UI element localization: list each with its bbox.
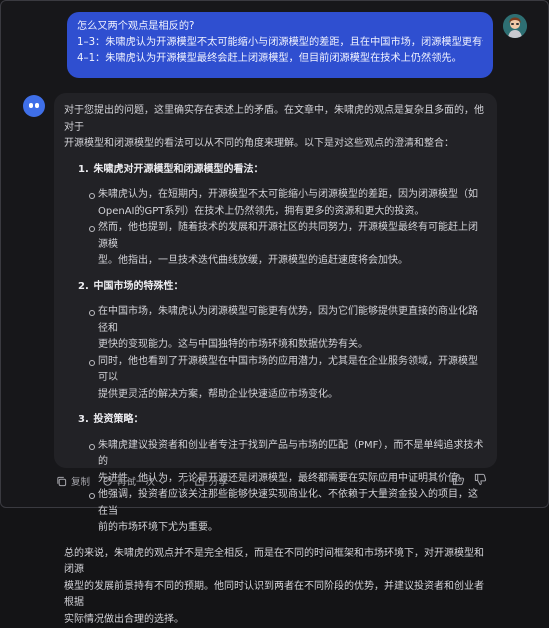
retry-label: 再试一次 — [117, 474, 155, 488]
user-message-line: 1–3：朱啸虎认为开源模型不太可能缩小与闭源模型的差距，且在中国市场，闭源模型更… — [77, 35, 483, 51]
bullet-item: 他强调，投资者应该关注那些能够快速实现商业化、不依赖于大量资金投入的项目，这在当… — [64, 487, 487, 537]
bullet-item: 同时，他也看到了开源模型在中国市场的应用潜力，尤其是在企业服务领域，开源模型可以… — [64, 354, 487, 404]
user-message-line: 怎么又两个观点是相反的? — [77, 19, 483, 35]
bullet-item: 然而，他也提到，随着技术的发展和开源社区的共同努力，开源模型最终有可能赶上闭源模… — [64, 220, 487, 270]
thumbs-down-icon — [474, 473, 487, 486]
bullet-item: 在中国市场，朱啸虎认为闭源模型可能更有优势，因为它们能够提供更直接的商业化路径和… — [64, 304, 487, 354]
thumbs-up-icon — [452, 473, 465, 486]
message-actions: 复制 再试一次 分享 — [56, 473, 240, 489]
intro-line: 对于您提出的问题，这里确实存在表述上的矛盾。在文章中，朱啸虎的观点是复杂且多面的… — [64, 103, 487, 136]
divider — [183, 476, 184, 486]
thumbs-down-button[interactable] — [474, 473, 487, 486]
retry-icon — [102, 476, 113, 487]
chevron-down-icon[interactable] — [158, 477, 167, 486]
avatar-eye-icon — [35, 103, 39, 108]
copy-icon — [56, 476, 67, 487]
user-message-line: 4–1：朱啸虎认为开源模型最终会赶上闭源模型，但目前闭源模型在技术上仍然领先。 — [77, 51, 483, 67]
copy-button[interactable]: 复制 — [56, 474, 90, 488]
section-heading: 1. 朱啸虎对开源模型和闭源模型的看法： — [64, 162, 487, 179]
intro-line: 开源模型和闭源模型的看法可以从不同的角度来理解。以下是对这些观点的澄清和整合： — [64, 136, 487, 153]
share-icon — [194, 476, 205, 487]
share-button[interactable]: 分享 — [194, 474, 228, 488]
user-message-bubble: 怎么又两个观点是相反的? 1–3：朱啸虎认为开源模型不太可能缩小与闭源模型的差距… — [67, 12, 493, 78]
copy-label: 复制 — [71, 474, 90, 488]
conclusion-line: 总的来说，朱啸虎的观点并不是完全相反，而是在不同的时间框架和市场环境下，对开源模… — [64, 546, 487, 579]
user-avatar[interactable] — [503, 14, 527, 38]
avatar-eye-icon — [29, 103, 33, 108]
conclusion-line: 实际情况做出合理的选择。 — [64, 612, 487, 628]
bullet-item: 朱啸虎认为，在短期内，开源模型不太可能缩小与闭源模型的差距，因为闭源模型（如Op… — [64, 187, 487, 220]
retry-button[interactable]: 再试一次 — [102, 474, 171, 488]
conclusion-line: 模型的发展前景持有不同的预期。他同时认识到两者在不同阶段的优势，并建议投资者和创… — [64, 579, 487, 612]
share-label: 分享 — [209, 474, 228, 488]
section-heading: 3. 投资策略： — [64, 412, 487, 429]
assistant-message-bubble: 对于您提出的问题，这里确实存在表述上的矛盾。在文章中，朱啸虎的观点是复杂且多面的… — [54, 93, 497, 468]
assistant-avatar — [23, 95, 45, 117]
thumbs-up-button[interactable] — [452, 473, 465, 486]
section-heading: 2. 中国市场的特殊性： — [64, 279, 487, 296]
user-avatar-icon — [503, 14, 527, 38]
